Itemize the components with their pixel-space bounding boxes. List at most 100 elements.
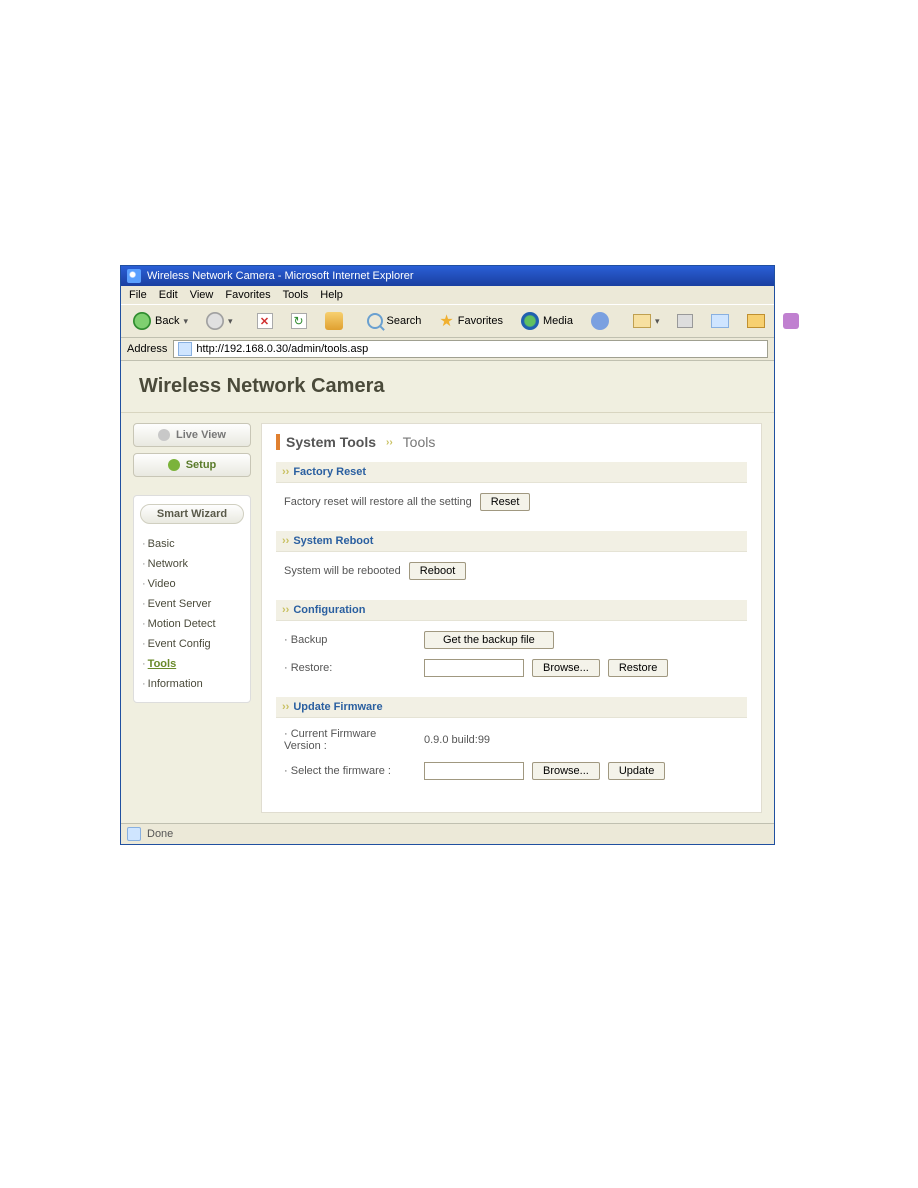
chevron-right-icon: ›› (386, 437, 393, 448)
select-firmware-label: Select the firmware : (291, 765, 391, 777)
stop-icon: ✕ (257, 313, 273, 329)
sidebar-link: Video (148, 578, 176, 590)
sidebar-link: Tools (148, 658, 177, 670)
media-icon (521, 312, 539, 330)
discuss-button[interactable] (777, 311, 805, 331)
current-firmware-label: Current Firmware Version : (284, 728, 376, 752)
section-update-firmware: ››Update Firmware · Current Firmware Ver… (276, 697, 747, 790)
back-icon (133, 312, 151, 330)
firmware-file-input[interactable] (424, 762, 524, 780)
star-icon: ★ (439, 311, 453, 331)
chevron-down-icon: ▾ (228, 316, 233, 327)
print-icon (677, 314, 693, 328)
status-text: Done (147, 828, 173, 840)
setup-button[interactable]: Setup (133, 453, 251, 477)
sidebar-item-motion-detect[interactable]: ·Motion Detect (140, 614, 244, 634)
ie-window: Wireless Network Camera - Microsoft Inte… (120, 265, 775, 845)
mail-button[interactable]: ▾ (627, 312, 666, 330)
history-icon (591, 312, 609, 330)
chevron-down-icon: ▾ (183, 316, 188, 327)
window-title: Wireless Network Camera - Microsoft Inte… (147, 270, 414, 282)
page-header: Wireless Network Camera (121, 361, 774, 413)
page-icon (178, 342, 192, 356)
live-view-button[interactable]: Live View (133, 423, 251, 447)
factory-reset-text: Factory reset will restore all the setti… (284, 496, 472, 508)
menu-edit[interactable]: Edit (159, 289, 178, 301)
backup-label: Backup (291, 634, 328, 646)
reboot-button[interactable]: Reboot (409, 562, 466, 580)
sidebar-item-event-config[interactable]: ·Event Config (140, 634, 244, 654)
section-heading: ››Factory Reset (276, 462, 747, 483)
page-body: Live View Setup Smart Wizard ·Basic ·Net… (121, 413, 774, 823)
search-button[interactable]: Search (361, 311, 428, 331)
reset-button[interactable]: Reset (480, 493, 531, 511)
refresh-button[interactable]: ↻ (285, 311, 313, 331)
get-backup-file-button[interactable]: Get the backup file (424, 631, 554, 649)
search-label: Search (387, 315, 422, 327)
statusbar: Done (121, 823, 774, 844)
sidebar-item-network[interactable]: ·Network (140, 554, 244, 574)
back-label: Back (155, 315, 179, 327)
menu-favorites[interactable]: Favorites (225, 289, 270, 301)
messenger-icon (783, 313, 799, 329)
toolbar: Back ▾ ▾ ✕ ↻ Search ★ Favorites Media ▾ (121, 304, 774, 338)
address-url: http://192.168.0.30/admin/tools.asp (196, 343, 368, 355)
titlebar: Wireless Network Camera - Microsoft Inte… (121, 266, 774, 286)
edit-icon (711, 314, 729, 328)
sidebar-link: Network (148, 558, 188, 570)
favorites-button[interactable]: ★ Favorites (433, 309, 509, 333)
sidebar-item-tools[interactable]: ·Tools (140, 654, 244, 674)
ie-logo-icon (127, 269, 141, 283)
menu-tools[interactable]: Tools (283, 289, 309, 301)
restore-button[interactable]: Restore (608, 659, 669, 677)
mail-icon (633, 314, 651, 328)
breadcrumb-a: System Tools (286, 434, 376, 450)
home-icon (325, 312, 343, 330)
system-reboot-text: System will be rebooted (284, 565, 401, 577)
menubar: File Edit View Favorites Tools Help (121, 286, 774, 304)
address-input[interactable]: http://192.168.0.30/admin/tools.asp (173, 340, 768, 358)
section-configuration: ››Configuration · Backup Get the backup … (276, 600, 747, 687)
section-heading: ››Configuration (276, 600, 747, 621)
sidebar-link: Basic (148, 538, 175, 550)
restore-label: Restore: (291, 662, 333, 674)
back-button[interactable]: Back ▾ (127, 310, 194, 332)
firmware-browse-button[interactable]: Browse... (532, 762, 600, 780)
sidebar-link: Motion Detect (148, 618, 216, 630)
print-button[interactable] (671, 312, 699, 330)
sidebar-item-event-server[interactable]: ·Event Server (140, 594, 244, 614)
menu-help[interactable]: Help (320, 289, 343, 301)
menu-file[interactable]: File (129, 289, 147, 301)
favorites-label: Favorites (458, 315, 503, 327)
section-system-reboot: ››System Reboot System will be rebooted … (276, 531, 747, 590)
sidebar-link: Event Config (148, 638, 211, 650)
edit-button[interactable] (705, 312, 735, 330)
smart-wizard-header[interactable]: Smart Wizard (140, 504, 244, 524)
sidebar-item-information[interactable]: ·Information (140, 674, 244, 694)
folder-button[interactable] (741, 312, 771, 330)
forward-button[interactable]: ▾ (200, 310, 239, 332)
search-icon (367, 313, 383, 329)
chevron-down-icon: ▾ (655, 316, 660, 327)
sidebar-menu: Smart Wizard ·Basic ·Network ·Video ·Eve… (133, 495, 251, 703)
breadcrumb: System Tools ›› Tools (276, 434, 747, 450)
folder-icon (747, 314, 765, 328)
update-button[interactable]: Update (608, 762, 665, 780)
home-button[interactable] (319, 310, 349, 332)
sidebar-item-video[interactable]: ·Video (140, 574, 244, 594)
stop-button[interactable]: ✕ (251, 311, 279, 331)
gear-icon (168, 459, 180, 471)
sidebar-item-basic[interactable]: ·Basic (140, 534, 244, 554)
restore-file-input[interactable] (424, 659, 524, 677)
address-label: Address (127, 343, 167, 355)
current-firmware-value: 0.9.0 build:99 (424, 734, 490, 746)
heading-bar-icon (276, 434, 280, 450)
sidebar: Live View Setup Smart Wizard ·Basic ·Net… (133, 423, 251, 813)
camera-icon (158, 429, 170, 441)
refresh-icon: ↻ (291, 313, 307, 329)
browse-button[interactable]: Browse... (532, 659, 600, 677)
menu-view[interactable]: View (190, 289, 214, 301)
media-button[interactable]: Media (515, 310, 579, 332)
history-button[interactable] (585, 310, 615, 332)
main-content: System Tools ›› Tools ››Factory Reset Fa… (261, 423, 762, 813)
